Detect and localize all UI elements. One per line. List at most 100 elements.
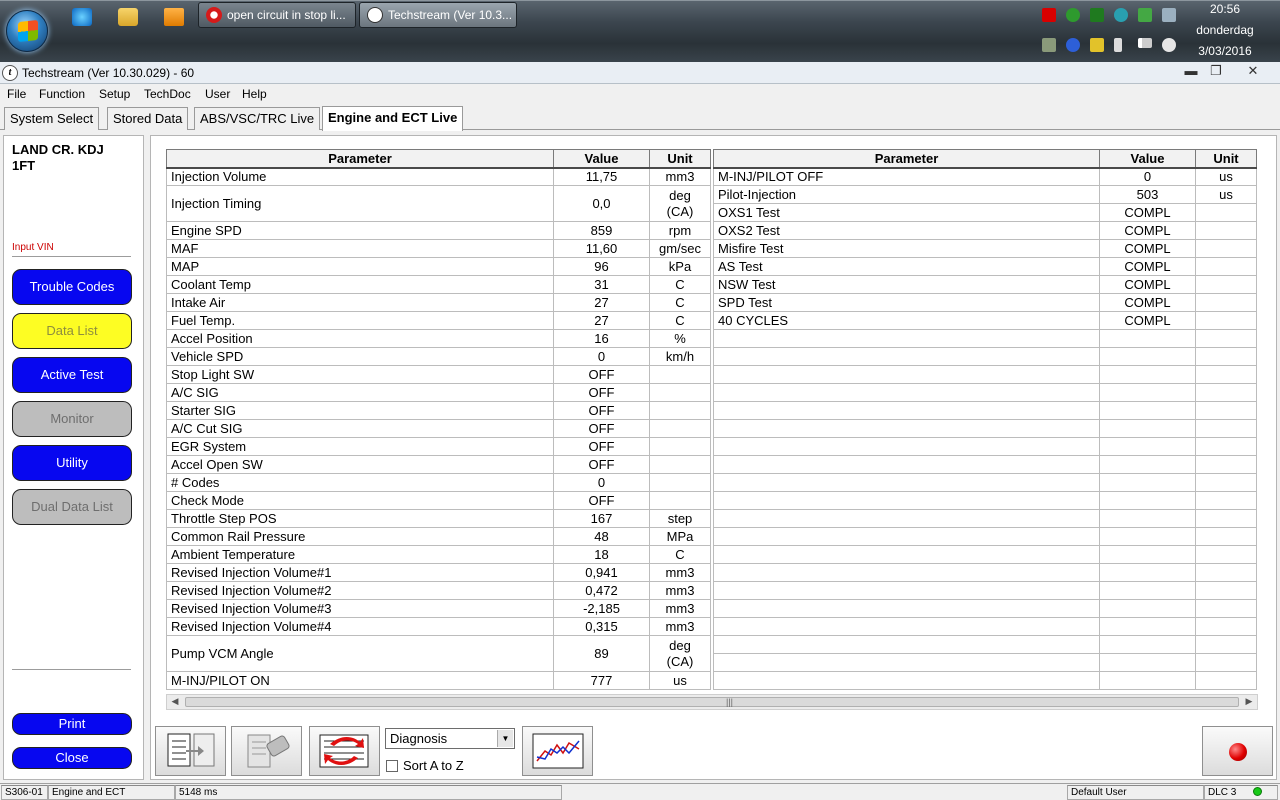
menu-user[interactable]: User — [205, 87, 230, 101]
utility-button[interactable]: Utility — [12, 445, 132, 481]
horizontal-scrollbar[interactable]: ◀ ||| ▶ — [166, 694, 1258, 710]
parameter-cell: SPD Test — [713, 293, 1100, 312]
column-header-parameter[interactable]: Parameter — [713, 149, 1100, 169]
table-row[interactable]: Vehicle SPD 0 km/h — [166, 347, 711, 366]
table-row[interactable]: Stop Light SW OFF — [166, 365, 711, 384]
media-player-icon[interactable] — [164, 8, 184, 26]
table-row[interactable]: M-INJ/PILOT ON 777 us — [166, 671, 711, 690]
start-button[interactable] — [6, 10, 48, 52]
monitor-button[interactable]: Monitor — [12, 401, 132, 437]
graph-view-button[interactable] — [522, 726, 593, 776]
restore-button[interactable]: ❐ — [1201, 63, 1231, 81]
table-row[interactable]: Check Mode OFF — [166, 491, 711, 510]
table-row[interactable]: Accel Position 16% — [166, 329, 711, 348]
scroll-left-icon[interactable]: ◀ — [168, 696, 182, 707]
tab-abs-vsc-trc-live[interactable]: ABS/VSC/TRC Live — [194, 107, 321, 130]
bluetooth-icon[interactable] — [1066, 38, 1080, 52]
table-row[interactable]: Coolant Temp 31 C — [166, 275, 711, 294]
table-row[interactable]: Common Rail Pressure 48 MPa — [166, 527, 711, 546]
menu-function[interactable]: Function — [39, 87, 85, 101]
table-row[interactable]: Starter SIG OFF — [166, 401, 711, 420]
sort-a-to-z-label[interactable]: Sort A to Z — [403, 758, 464, 773]
table-row[interactable]: # Codes 0 — [166, 473, 711, 492]
scroll-thumb[interactable]: ||| — [185, 697, 1239, 707]
chevron-down-icon[interactable]: ▼ — [497, 730, 513, 747]
parameter-cell: Injection Timing — [166, 185, 554, 222]
file-explorer-icon[interactable] — [118, 8, 138, 26]
tray-sync-icon[interactable] — [1066, 8, 1080, 22]
scroll-right-icon[interactable]: ▶ — [1242, 696, 1256, 707]
table-row[interactable]: Revised Injection Volume#2 0,472 mm3 — [166, 581, 711, 600]
clock-day[interactable]: donderdag — [1185, 23, 1265, 37]
diagnosis-dropdown[interactable]: Diagnosis ▼ — [385, 728, 515, 749]
tray-app-icon[interactable] — [1114, 8, 1128, 22]
action-center-icon[interactable] — [1090, 38, 1104, 52]
table-row[interactable]: 40 CYCLES COMPL — [713, 311, 1257, 330]
table-row[interactable]: A/C SIG OFF — [166, 383, 711, 402]
signal-icon[interactable] — [1138, 38, 1152, 48]
select-data-button[interactable] — [309, 726, 380, 776]
column-header-value[interactable]: Value — [1099, 149, 1196, 169]
table-row[interactable]: M-INJ/PILOT OFF 0 us — [713, 167, 1257, 186]
table-row[interactable]: Ambient Temperature 18 C — [166, 545, 711, 564]
table-row[interactable]: OXS1 Test COMPL — [713, 203, 1257, 222]
dual-data-list-button[interactable]: Dual Data List — [12, 489, 132, 525]
table-row[interactable]: AS Test COMPL — [713, 257, 1257, 276]
column-header-unit[interactable]: Unit — [1195, 149, 1257, 169]
active-test-button[interactable]: Active Test — [12, 357, 132, 393]
clock-time[interactable]: 20:56 — [1185, 2, 1265, 16]
tab-engine-ect-live[interactable]: Engine and ECT Live — [322, 106, 464, 131]
table-row[interactable]: Misfire Test COMPL — [713, 239, 1257, 258]
internet-explorer-icon[interactable] — [72, 8, 92, 26]
record-button[interactable] — [1202, 726, 1273, 776]
table-row[interactable]: NSW Test COMPL — [713, 275, 1257, 294]
tab-system-select[interactable]: System Select — [4, 107, 100, 130]
table-row[interactable]: Injection Volume 11,75 mm3 — [166, 167, 711, 186]
close-window-button[interactable]: ✕ — [1238, 63, 1268, 81]
input-vin-link[interactable]: Input VIN — [12, 242, 54, 253]
tray-network-icon[interactable] — [1042, 38, 1056, 52]
menu-setup[interactable]: Setup — [99, 87, 130, 101]
table-row[interactable]: Pump VCM Angle 89 deg (CA) — [166, 635, 711, 672]
trouble-codes-button[interactable]: Trouble Codes — [12, 269, 132, 305]
menu-techdoc[interactable]: TechDoc — [144, 87, 191, 101]
tray-monitor-icon[interactable] — [1138, 8, 1152, 22]
close-button[interactable]: Close — [12, 747, 132, 769]
data-list-button[interactable]: Data List — [12, 313, 132, 349]
print-button[interactable]: Print — [12, 713, 132, 735]
tray-excel-icon[interactable] — [1090, 8, 1104, 22]
menu-help[interactable]: Help — [242, 87, 267, 101]
table-row[interactable]: OXS2 Test COMPL — [713, 221, 1257, 240]
unit-cell — [649, 419, 711, 438]
table-row[interactable]: Fuel Temp. 27 C — [166, 311, 711, 330]
table-row[interactable]: MAP 96 kPa — [166, 257, 711, 276]
edit-list-button[interactable] — [155, 726, 226, 776]
freeze-data-button[interactable] — [231, 726, 302, 776]
table-row[interactable]: Accel Open SW OFF — [166, 455, 711, 474]
table-row[interactable]: Revised Injection Volume#1 0,941 mm3 — [166, 563, 711, 582]
tray-red-icon[interactable] — [1042, 8, 1056, 22]
task-techstream[interactable]: Techstream (Ver 10.3... — [359, 2, 517, 28]
column-header-parameter[interactable]: Parameter — [166, 149, 554, 169]
task-opera[interactable]: open circuit in stop li... — [198, 2, 356, 28]
clock-date[interactable]: 3/03/2016 — [1185, 44, 1265, 58]
menu-file[interactable]: File — [7, 87, 26, 101]
table-row[interactable]: Injection Timing 0,0 deg (CA) — [166, 185, 711, 222]
volume-icon[interactable] — [1162, 38, 1176, 52]
column-header-value[interactable]: Value — [553, 149, 650, 169]
table-row[interactable]: Revised Injection Volume#3 -2,185 mm3 — [166, 599, 711, 618]
table-row[interactable]: Engine SPD 859 rpm — [166, 221, 711, 240]
table-row[interactable]: MAF 11,60 gm/sec — [166, 239, 711, 258]
sort-a-to-z-checkbox[interactable] — [386, 760, 398, 772]
table-row[interactable]: Pilot-Injection 503 us — [713, 185, 1257, 204]
battery-icon[interactable] — [1114, 38, 1122, 52]
table-row[interactable]: A/C Cut SIG OFF — [166, 419, 711, 438]
table-row[interactable]: SPD Test COMPL — [713, 293, 1257, 312]
column-header-unit[interactable]: Unit — [649, 149, 711, 169]
table-row[interactable]: Intake Air 27 C — [166, 293, 711, 312]
table-row[interactable]: Revised Injection Volume#4 0,315 mm3 — [166, 617, 711, 636]
table-row[interactable]: EGR System OFF — [166, 437, 711, 456]
tab-stored-data[interactable]: Stored Data — [107, 107, 189, 130]
tray-display-icon[interactable] — [1162, 8, 1176, 22]
table-row[interactable]: Throttle Step POS 167 step — [166, 509, 711, 528]
